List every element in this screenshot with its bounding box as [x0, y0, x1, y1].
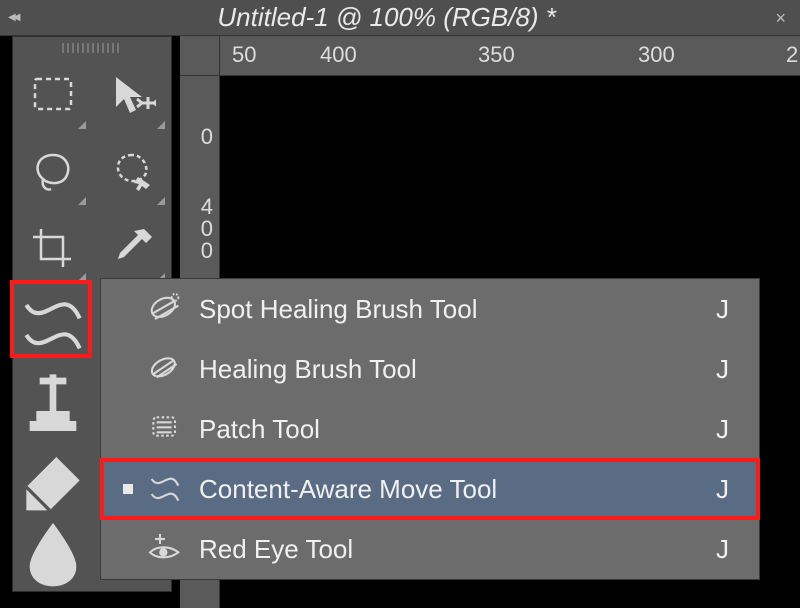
lasso-tool[interactable] — [13, 135, 92, 211]
quick-select-tool[interactable] — [92, 135, 171, 211]
ruler-v-tick: 0 — [180, 238, 219, 264]
eraser-tool[interactable] — [13, 439, 93, 515]
flyout-indicator-icon — [78, 197, 86, 205]
move-tool[interactable] — [92, 59, 171, 135]
flyout-item-patch[interactable]: Patch Tool J — [101, 399, 759, 459]
healing-brush-icon — [141, 349, 189, 389]
flyout-shortcut: J — [716, 474, 729, 505]
clone-stamp-tool[interactable] — [13, 363, 93, 439]
flyout-label: Red Eye Tool — [199, 534, 716, 565]
flyout-shortcut: J — [716, 414, 729, 445]
flyout-label: Spot Healing Brush Tool — [199, 294, 716, 325]
flyout-item-red-eye[interactable]: Red Eye Tool J — [101, 519, 759, 579]
ruler-h-tick: 50 — [232, 42, 256, 68]
ruler-v-tick: 0 — [180, 124, 219, 150]
ruler-h-tick: 300 — [638, 42, 675, 68]
red-eye-icon — [141, 529, 189, 569]
flyout-label: Patch Tool — [199, 414, 716, 445]
healing-tool-flyout: Spot Healing Brush Tool J Healing Brush … — [100, 278, 760, 580]
ruler-h-tick: 350 — [478, 42, 515, 68]
flyout-shortcut: J — [716, 354, 729, 385]
blur-icon — [13, 513, 93, 593]
collapse-panels-button[interactable]: ◀◀ — [8, 12, 17, 23]
flyout-label: Healing Brush Tool — [199, 354, 716, 385]
spot-healing-icon — [141, 289, 189, 329]
eyedropper-icon — [108, 225, 156, 273]
marquee-tool[interactable] — [13, 59, 92, 135]
ruler-h-tick: 400 — [320, 42, 357, 68]
flyout-item-spot-healing[interactable]: Spot Healing Brush Tool J — [101, 279, 759, 339]
marquee-icon — [29, 73, 77, 121]
close-tab-button[interactable]: × — [775, 8, 786, 29]
eyedropper-tool[interactable] — [92, 211, 171, 287]
move-icon — [108, 73, 156, 121]
selected-indicator-icon — [123, 484, 133, 494]
flyout-indicator-icon — [78, 273, 86, 281]
panel-grip[interactable] — [62, 43, 122, 53]
flyout-indicator-icon — [157, 197, 165, 205]
content-aware-move-tool[interactable] — [13, 287, 93, 363]
flyout-item-content-aware-move[interactable]: Content-Aware Move Tool J — [101, 459, 759, 519]
flyout-shortcut: J — [716, 294, 729, 325]
flyout-indicator-icon — [78, 121, 86, 129]
ruler-h-tick: 2 — [786, 42, 798, 68]
flyout-indicator-icon — [157, 121, 165, 129]
clone-stamp-icon — [13, 361, 93, 441]
horizontal-ruler[interactable]: 50 400 350 300 2 — [220, 36, 800, 76]
patch-icon — [141, 409, 189, 449]
flyout-label: Content-Aware Move Tool — [199, 474, 716, 505]
document-title: Untitled-1 @ 100% (RGB/8) * — [217, 2, 556, 33]
eraser-icon — [13, 437, 93, 517]
content-aware-move-icon — [13, 285, 93, 365]
crop-icon — [29, 225, 77, 273]
flyout-item-healing-brush[interactable]: Healing Brush Tool J — [101, 339, 759, 399]
crop-tool[interactable] — [13, 211, 92, 287]
titlebar: ◀◀ Untitled-1 @ 100% (RGB/8) * × — [0, 0, 800, 36]
ruler-corner — [180, 36, 220, 76]
content-aware-move-icon — [141, 469, 189, 509]
quick-select-icon — [108, 149, 156, 197]
flyout-shortcut: J — [716, 534, 729, 565]
lasso-icon — [29, 149, 77, 197]
blur-tool[interactable] — [13, 515, 93, 591]
